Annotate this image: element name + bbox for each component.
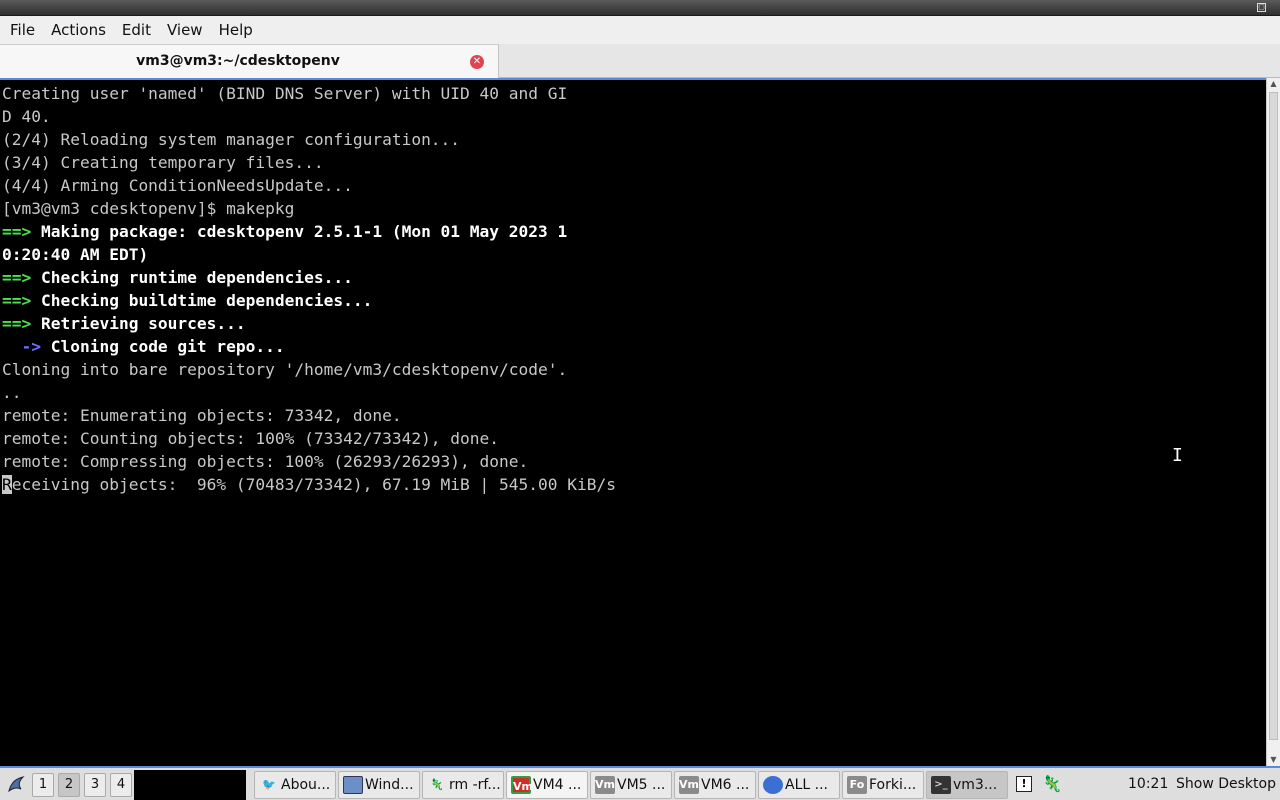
task-label: Wind... — [365, 777, 414, 793]
menu-actions[interactable]: Actions — [43, 16, 114, 44]
line-text: (2/4) Reloading system manager configura… — [2, 130, 461, 149]
notification-icon[interactable]: ! — [1016, 776, 1032, 792]
prompt-arrow: ==> — [2, 314, 41, 333]
mouse-ibeam-cursor-icon: I — [1172, 445, 1183, 466]
line-text: D 40. — [2, 107, 51, 126]
maximize-icon[interactable]: ▢ — [1257, 3, 1266, 12]
close-icon[interactable]: ✕ — [470, 55, 484, 69]
fo-icon: Fo — [847, 776, 867, 794]
vm-icon: Vm — [595, 776, 615, 794]
tab-title: vm3@vm3:~/cdesktopenv — [136, 53, 340, 69]
line-text: Checking runtime dependencies... — [40, 268, 353, 287]
line-text: (3/4) Creating temporary files... — [2, 153, 324, 172]
terminal-line: Creating user 'named' (BIND DNS Server) … — [2, 82, 616, 105]
tab-terminal[interactable]: vm3@vm3:~/cdesktopenv ✕ — [0, 44, 499, 78]
prompt-arrow: ==> — [2, 222, 41, 241]
task-label: VM4 ... — [533, 777, 582, 793]
terminal-line: ==> Checking runtime dependencies... — [2, 266, 616, 289]
line-text: eceiving objects: 96% (70483/73342), 67.… — [11, 475, 616, 494]
task-label: vm3... — [953, 777, 998, 793]
network-icon — [763, 776, 783, 794]
start-menu-icon — [8, 776, 25, 793]
line-text: Cloning code git repo... — [50, 337, 285, 356]
scroll-down-icon[interactable]: ▼ — [1267, 754, 1280, 766]
terminal-line: remote: Counting objects: 100% (73342/73… — [2, 427, 616, 450]
vm-icon: Vm — [679, 776, 699, 794]
line-text: Cloning into bare repository '/home/vm3/… — [2, 360, 568, 379]
menu-view[interactable]: View — [159, 16, 211, 44]
menu-help[interactable]: Help — [211, 16, 261, 44]
task-label: Abou... — [281, 777, 331, 793]
start-menu-button[interactable] — [2, 771, 30, 799]
menu-file[interactable]: File — [2, 16, 43, 44]
workspace-preview — [134, 770, 246, 800]
line-text: Creating user 'named' (BIND DNS Server) … — [2, 84, 568, 103]
terminal-line: ==> Retrieving sources... — [2, 312, 616, 335]
terminal-line: ==> Making package: cdesktopenv 2.5.1-1 … — [2, 220, 616, 243]
chameleon-tray-icon[interactable]: 🦎 — [1042, 774, 1064, 794]
line-text: Making package: cdesktopenv 2.5.1-1 (Mon… — [40, 222, 568, 241]
menubar: File Actions Edit View Help — [0, 16, 1280, 44]
terminal-line: [vm3@vm3 cdesktopenv]$ makepkg — [2, 197, 616, 220]
terminal-line: D 40. — [2, 105, 616, 128]
line-text: .. — [2, 383, 22, 402]
scrollbar-thumb[interactable] — [1269, 92, 1278, 740]
line-text: [vm3@vm3 cdesktopenv]$ makepkg — [2, 199, 295, 218]
task-label: VM6 ... — [701, 777, 750, 793]
workspace-2[interactable]: 2 — [58, 773, 80, 797]
task-vm6[interactable]: Vm VM6 ... — [674, 771, 756, 799]
menu-edit[interactable]: Edit — [114, 16, 159, 44]
line-text: Checking buildtime dependencies... — [40, 291, 373, 310]
chameleon-icon: 🦎 — [430, 778, 444, 791]
terminal-line: .. — [2, 381, 616, 404]
window-icon — [343, 776, 363, 794]
prompt-arrow: ==> — [2, 291, 41, 310]
tab-bar: vm3@vm3:~/cdesktopenv ✕ — [0, 44, 1280, 78]
terminal-line: -> Cloning code git repo... — [2, 335, 616, 358]
line-text: remote: Enumerating objects: 73342, done… — [2, 406, 402, 425]
line-text: (4/4) Arming ConditionNeedsUpdate... — [2, 176, 353, 195]
task-label: rm -rf... — [449, 777, 501, 793]
task-label: VM5 ... — [617, 777, 666, 793]
task-label: Forki... — [869, 777, 917, 793]
terminal-line: remote: Enumerating objects: 73342, done… — [2, 404, 616, 427]
prompt-arrow: ==> — [2, 268, 41, 287]
terminal-output[interactable]: Creating user 'named' (BIND DNS Server) … — [0, 78, 1266, 766]
terminal-line: Receiving objects: 96% (70483/73342), 67… — [2, 473, 616, 496]
workspace-1[interactable]: 1 — [32, 773, 54, 797]
bird-icon: 🐦 — [262, 778, 276, 791]
task-all[interactable]: ALL ... — [758, 771, 840, 799]
task-label: ALL ... — [785, 777, 828, 793]
line-text: Retrieving sources... — [40, 314, 246, 333]
window-titlebar[interactable]: ▢ — [0, 0, 1280, 16]
line-text: 0:20:40 AM EDT) — [2, 245, 149, 264]
terminal-line: (2/4) Reloading system manager configura… — [2, 128, 616, 151]
prompt-arrow: -> — [2, 337, 51, 356]
workspace-4[interactable]: 4 — [110, 773, 132, 797]
terminal-line: (4/4) Arming ConditionNeedsUpdate... — [2, 174, 616, 197]
line-text: remote: Counting objects: 100% (73342/73… — [2, 429, 500, 448]
workspace-3[interactable]: 3 — [84, 773, 106, 797]
task-window[interactable]: Wind... — [338, 771, 420, 799]
taskbar: 1 2 3 4 🐦 Abou... Wind... 🦎 rm -rf... VmVM… — [0, 766, 1280, 800]
clock[interactable]: 10:21 — [1128, 768, 1168, 800]
terminal-line: (3/4) Creating temporary files... — [2, 151, 616, 174]
text-cursor: R — [2, 475, 12, 494]
terminal-line: ==> Checking buildtime dependencies... — [2, 289, 616, 312]
show-desktop-button[interactable]: Show Desktop — [1176, 768, 1276, 800]
scroll-up-icon[interactable]: ▲ — [1267, 78, 1280, 90]
task-rm-rf[interactable]: 🦎 rm -rf... — [422, 771, 504, 799]
task-vm5[interactable]: Vm VM5 ... — [590, 771, 672, 799]
terminal-line: remote: Compressing objects: 100% (26293… — [2, 450, 616, 473]
vm-icon: Vm — [511, 776, 533, 794]
line-text: remote: Compressing objects: 100% (26293… — [2, 452, 529, 471]
task-forki[interactable]: Fo Forki... — [842, 771, 924, 799]
vertical-scrollbar[interactable]: ▲ ▼ — [1266, 78, 1280, 766]
task-about[interactable]: 🐦 Abou... — [254, 771, 336, 799]
terminal-icon: >_ — [931, 776, 951, 794]
task-vm4[interactable]: VmVM4 ... — [506, 771, 588, 799]
terminal-line: 0:20:40 AM EDT) — [2, 243, 616, 266]
task-vm3-terminal[interactable]: >_ vm3... — [926, 771, 1008, 799]
terminal-line: Cloning into bare repository '/home/vm3/… — [2, 358, 616, 381]
